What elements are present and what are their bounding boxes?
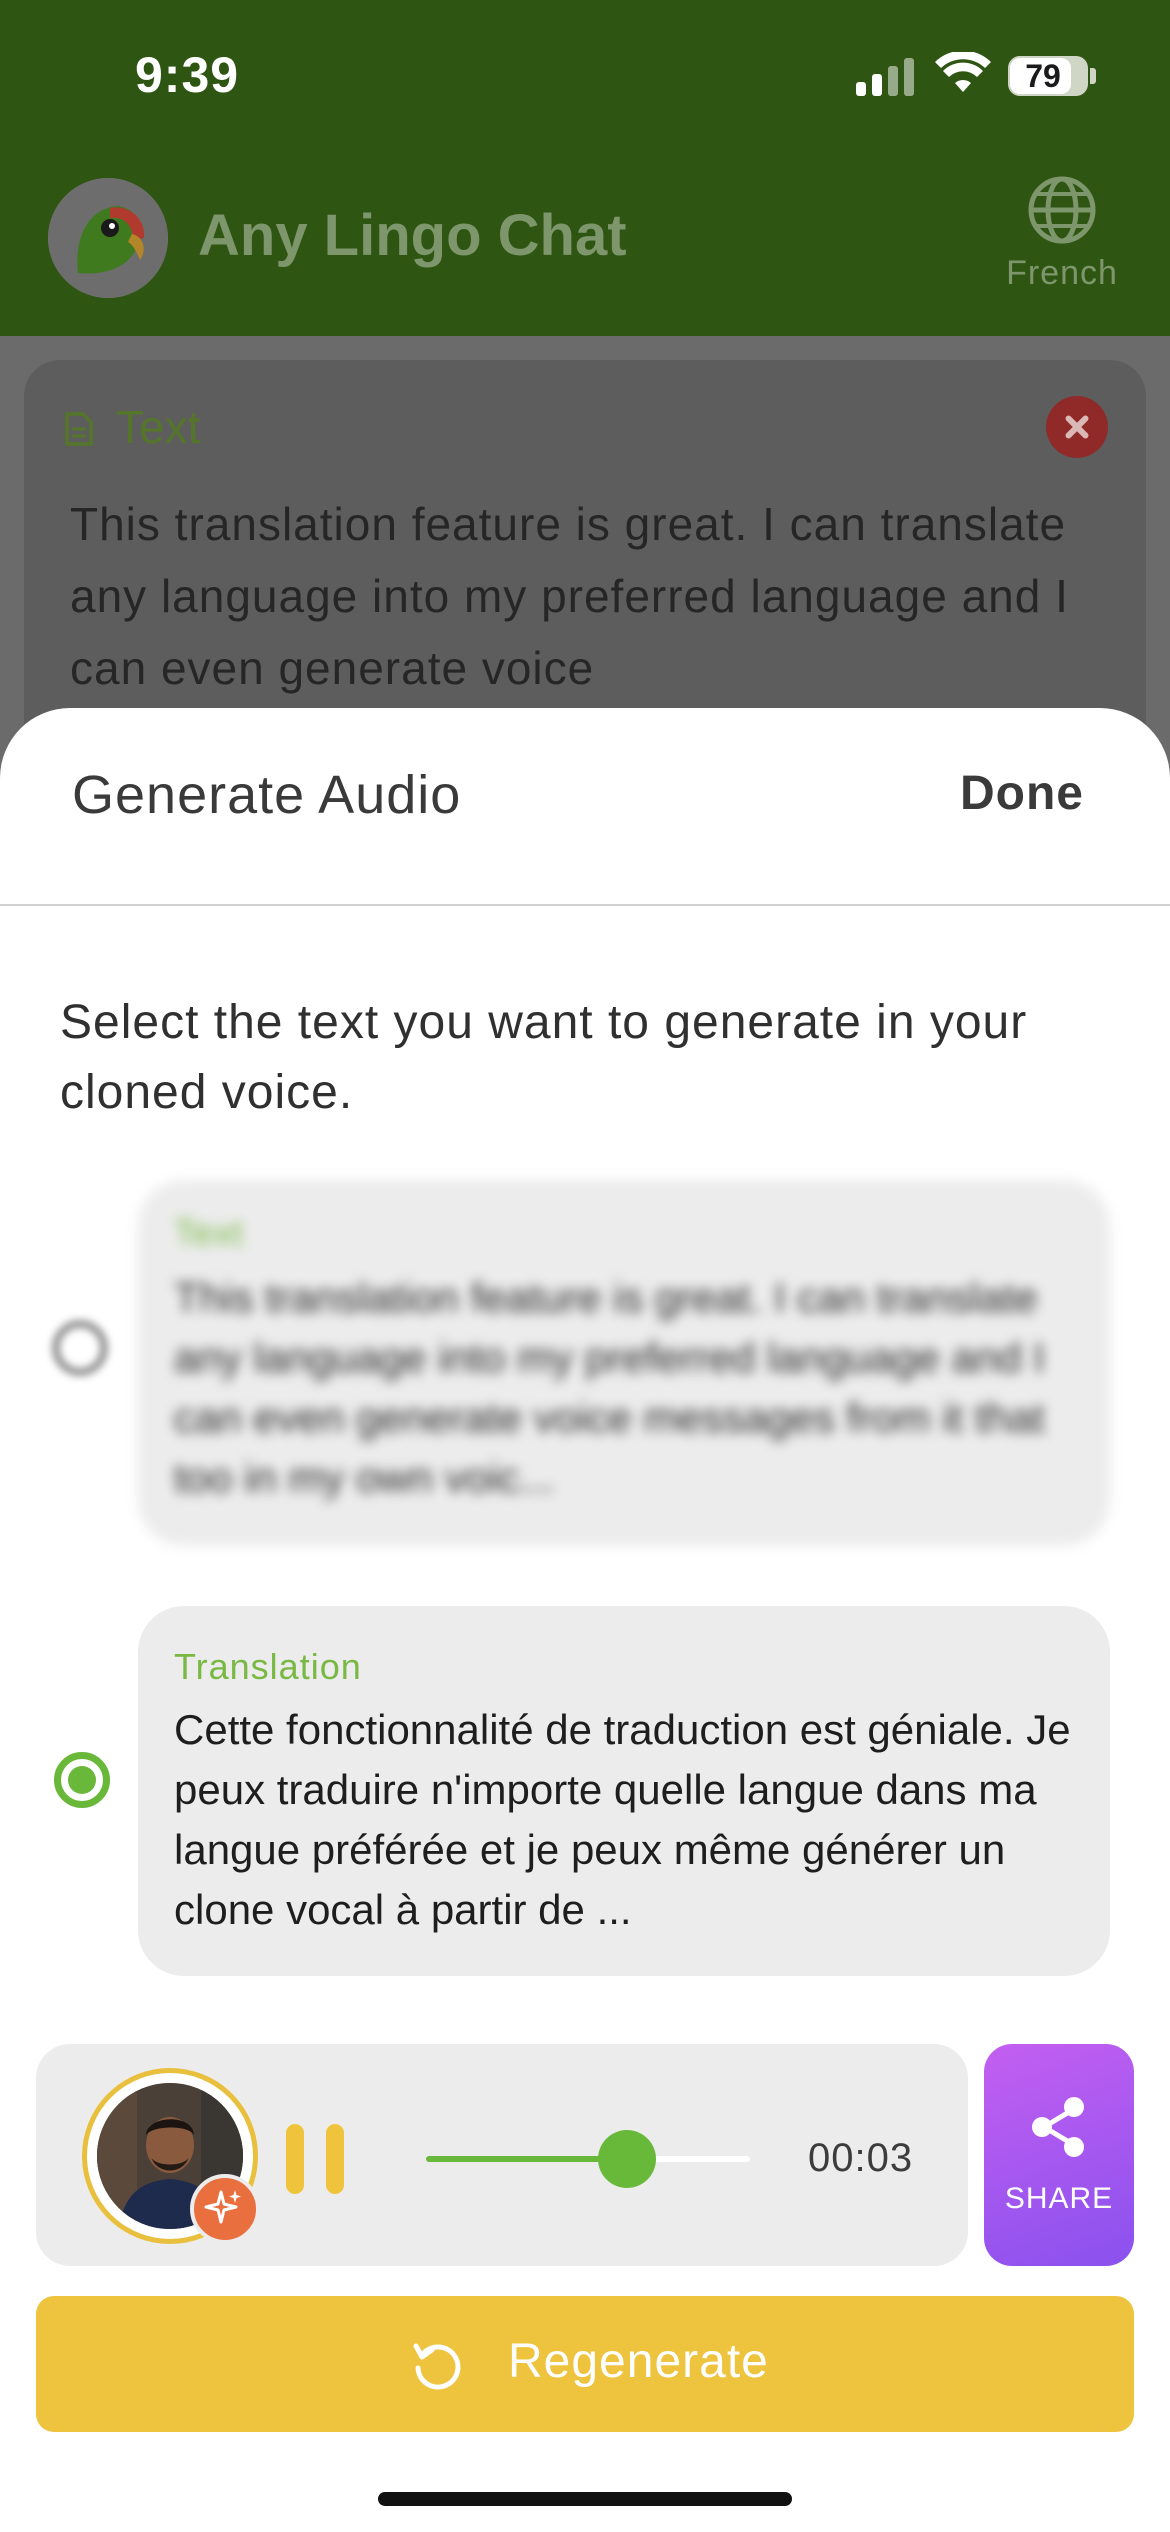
option-card-text[interactable]: Text This translation feature is great. … bbox=[138, 1180, 1110, 1546]
option-body: This translation feature is great. I can… bbox=[174, 1274, 1045, 1501]
battery-nub bbox=[1090, 68, 1096, 84]
slider-thumb[interactable] bbox=[597, 2130, 656, 2188]
signal-icon bbox=[856, 58, 916, 96]
document-icon bbox=[65, 412, 93, 446]
regenerate-label: Regenerate bbox=[508, 2335, 769, 2388]
sparkle-icon bbox=[190, 2174, 260, 2244]
generate-audio-sheet: Generate Audio Done Select the text you … bbox=[0, 708, 1170, 2532]
option-label: Translation bbox=[174, 1646, 362, 1687]
text-card-label: Text bbox=[116, 401, 201, 453]
sheet-title: Generate Audio bbox=[72, 765, 462, 825]
app-header: Any Lingo Chat French bbox=[0, 150, 1170, 336]
option-body: Cette fonctionnalité de traduction est g… bbox=[174, 1706, 1071, 1933]
refresh-icon bbox=[413, 2343, 461, 2390]
battery-icon: 79 bbox=[1008, 56, 1088, 96]
option-label: Text bbox=[174, 1212, 245, 1253]
progress-slider[interactable] bbox=[426, 2130, 750, 2188]
radio-translation-option[interactable] bbox=[54, 1752, 110, 1808]
globe-icon bbox=[1028, 176, 1096, 244]
parrot-logo-icon bbox=[48, 178, 168, 298]
audio-player: 00:03 bbox=[36, 2044, 968, 2266]
slider-fill bbox=[426, 2156, 627, 2162]
close-icon[interactable] bbox=[1046, 396, 1108, 458]
playback-time: 00:03 bbox=[808, 2136, 914, 2180]
pause-icon[interactable] bbox=[286, 2124, 350, 2194]
radio-text-option[interactable] bbox=[52, 1320, 108, 1376]
language-label: French bbox=[1006, 254, 1118, 292]
instruction-text: Select the text you want to generate in … bbox=[60, 996, 1028, 1119]
status-time: 9:39 bbox=[135, 47, 240, 103]
status-bar: 9:39 79 bbox=[0, 0, 1170, 150]
option-card-translation[interactable]: Translation Cette fonctionnalité de trad… bbox=[138, 1606, 1110, 1976]
text-card-body: This translation feature is great. I can… bbox=[70, 498, 1069, 694]
done-button[interactable]: Done bbox=[960, 766, 1084, 821]
battery-level: 79 bbox=[1025, 58, 1061, 94]
regenerate-button[interactable]: Regenerate bbox=[36, 2296, 1134, 2432]
wifi-icon bbox=[935, 52, 991, 92]
share-label: SHARE bbox=[1004, 2182, 1114, 2215]
language-button[interactable]: French bbox=[990, 174, 1134, 314]
home-indicator bbox=[378, 2492, 792, 2506]
share-icon bbox=[1032, 2097, 1084, 2157]
sheet-divider bbox=[0, 904, 1170, 906]
app-title: Any Lingo Chat bbox=[198, 203, 627, 268]
share-button[interactable]: SHARE bbox=[984, 2044, 1134, 2266]
